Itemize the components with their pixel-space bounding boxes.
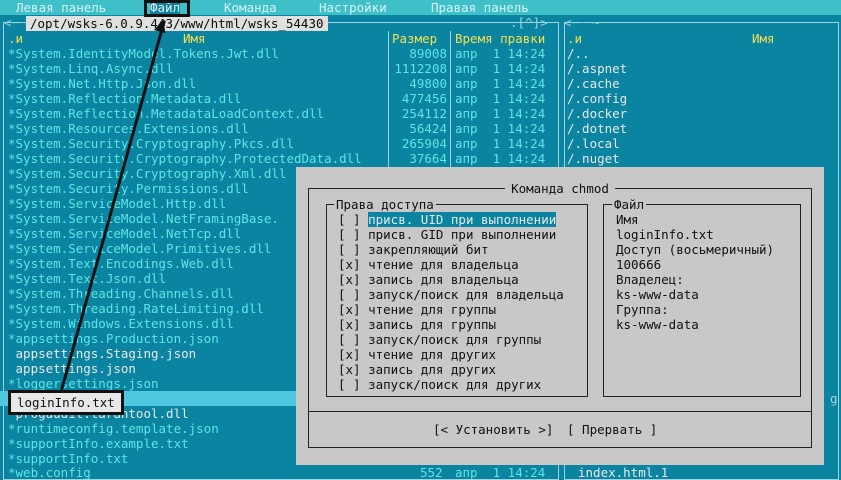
arrow-head-icon [154, 20, 166, 34]
annotation-arrow-head [154, 20, 166, 34]
